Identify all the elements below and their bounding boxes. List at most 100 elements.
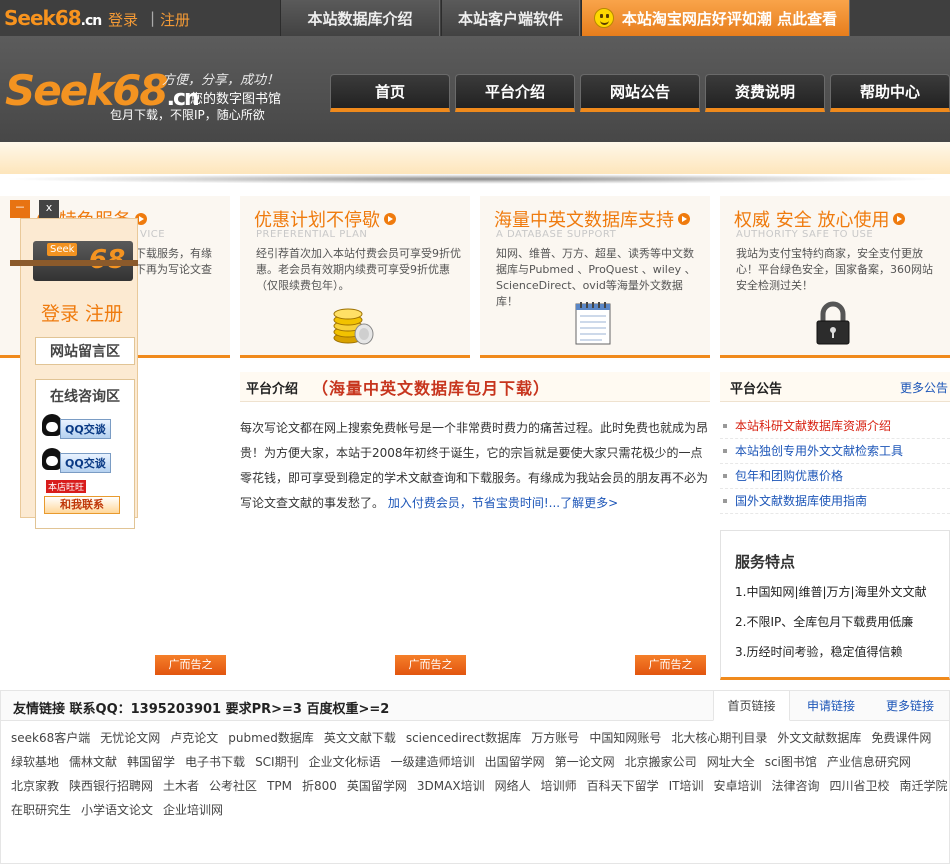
tab-more-links[interactable]: 更多链接 xyxy=(871,691,949,721)
nav-pricing[interactable]: 资费说明 xyxy=(705,74,825,112)
top-register-link[interactable]: 注册 xyxy=(160,9,190,30)
friend-link[interactable]: 外文文献数据库 xyxy=(777,731,861,745)
service-item: 1.中国知网|维普|万方|海里外文文献 xyxy=(735,585,927,599)
friend-link[interactable]: 网络人 xyxy=(495,779,531,793)
more-notices-link[interactable]: 更多公告 xyxy=(900,379,948,396)
feature-box-security: 权威 安全 放心使用 AUTHORITY SAFE TO USE 我站为支付宝特… xyxy=(720,196,950,358)
notice-title: 平台公告 xyxy=(730,382,783,397)
friend-link[interactable]: sci图书馆 xyxy=(765,755,817,769)
intro-slogan: （海量中英文数据库包月下载） xyxy=(312,379,551,398)
friend-link[interactable]: 3DMAX培训 xyxy=(417,779,485,793)
close-button[interactable]: x xyxy=(39,200,59,218)
minimize-button[interactable]: － xyxy=(10,200,30,218)
friend-links-title: 友情链接 联系QQ：1395203901 要求PR>=3 百度权重>=2 xyxy=(13,702,390,717)
ad-button[interactable]: 广而告之 xyxy=(635,655,706,675)
friend-link[interactable]: 英文文献下载 xyxy=(324,731,396,745)
friend-link[interactable]: IT培训 xyxy=(669,779,704,793)
floating-service-panel: Seek 68 登录 注册 网站留言区 在线咨询区 QQ交谈 QQ交谈 本店旺旺… xyxy=(10,200,138,529)
friend-link[interactable]: 产业信息研究网 xyxy=(827,755,911,769)
qq-penguin-icon xyxy=(42,414,62,436)
notepad-icon xyxy=(575,302,611,345)
notice-item[interactable]: 包年和团购优惠价格 xyxy=(720,464,950,489)
friend-link[interactable]: 企业培训网 xyxy=(163,803,223,817)
float-shelf xyxy=(10,260,138,266)
nav-help[interactable]: 帮助中心 xyxy=(830,74,950,112)
friend-link[interactable]: 电子书下载 xyxy=(185,755,245,769)
notice-item[interactable]: 国外文献数据库使用指南 xyxy=(720,489,950,514)
notice-item[interactable]: 本站科研文献数据库资源介绍 xyxy=(720,414,950,439)
slogan-library: 您的数字图书馆 xyxy=(190,92,282,107)
friend-link[interactable]: 第一论文网 xyxy=(555,755,615,769)
play-icon xyxy=(893,213,906,225)
friend-link[interactable]: 中国知网账号 xyxy=(589,731,661,745)
friend-link[interactable]: pubmed数据库 xyxy=(228,731,314,745)
friend-link[interactable]: 卢克论文 xyxy=(170,731,218,745)
friend-link[interactable]: 一级建造师培训 xyxy=(391,755,475,769)
friend-link[interactable]: 无忧论文网 xyxy=(100,731,160,745)
friend-link[interactable]: 绿软基地 xyxy=(11,755,59,769)
qq-chat-button-2[interactable]: QQ交谈 xyxy=(42,448,122,473)
feature-subtitle: VICE xyxy=(140,229,166,240)
friend-link[interactable]: 安卓培训 xyxy=(714,779,762,793)
feature-subtitle: PREFERENTIAL PLAN xyxy=(256,229,368,240)
ad-button[interactable]: 广而告之 xyxy=(395,655,466,675)
link-row-3: 北京家教 陕西银行招聘网 土木者 公考社区 TPM 折800 英国留学网 3DMAX培训 网络人… xyxy=(11,777,950,794)
message-board-button[interactable]: 网站留言区 xyxy=(35,337,135,365)
friend-link[interactable]: 北京搬家公司 xyxy=(625,755,697,769)
friend-link[interactable]: 培训师 xyxy=(541,779,577,793)
friend-link[interactable]: 公考社区 xyxy=(209,779,257,793)
float-login-register[interactable]: 登录 注册 xyxy=(41,299,123,326)
nav-platform-intro[interactable]: 平台介绍 xyxy=(455,74,575,112)
friend-link[interactable]: SCI期刊 xyxy=(255,755,299,769)
friend-link[interactable]: 北京家教 xyxy=(11,779,59,793)
notice-item[interactable]: 本站独创专用外文文献检索工具 xyxy=(720,439,950,464)
ad-button[interactable]: 广而告之 xyxy=(155,655,226,675)
friend-link[interactable]: TPM xyxy=(267,779,292,793)
coins-icon xyxy=(333,308,374,345)
promo-label: 本站淘宝网店好评如潮 点此查看 xyxy=(621,9,838,28)
contact-me-button[interactable]: 和我联系 xyxy=(44,496,120,514)
feature-subtitle: A DATABASE SUPPORT xyxy=(496,229,617,240)
friend-link[interactable]: 折800 xyxy=(302,779,337,793)
top-login-link[interactable]: 登录 xyxy=(108,9,138,30)
friend-link[interactable]: 北大核心期刊目录 xyxy=(671,731,767,745)
qq-penguin-icon xyxy=(42,448,62,470)
friend-link[interactable]: 韩国留学 xyxy=(127,755,175,769)
join-member-link[interactable]: 加入付费会员，节省宝贵时间!...了解更多> xyxy=(388,496,618,510)
friend-link[interactable]: 在职研究生 xyxy=(11,803,71,817)
taobao-promo-button[interactable]: 本站淘宝网店好评如潮 点此查看 xyxy=(581,0,850,36)
friend-link[interactable]: 百科天下留学 xyxy=(587,779,659,793)
qq-chat-button-1[interactable]: QQ交谈 xyxy=(42,414,122,439)
feature-desc: 下载服务，有缘 下再为写论文查 xyxy=(135,247,212,276)
service-item: 3.历经时间考验，稳定值得信赖 xyxy=(735,645,903,659)
friend-link[interactable]: 小学语文论文 xyxy=(81,803,153,817)
top-logo[interactable]: Seek68.cn xyxy=(4,6,102,30)
tab-home-links[interactable]: 首页链接 xyxy=(713,691,790,721)
friend-link[interactable]: 儒林文献 xyxy=(69,755,117,769)
friend-link[interactable]: 万方账号 xyxy=(531,731,579,745)
friend-link[interactable]: 法律咨询 xyxy=(772,779,820,793)
tab-client-software[interactable]: 本站客户端软件 xyxy=(441,0,580,36)
tab-database-intro[interactable]: 本站数据库介绍 xyxy=(280,0,440,36)
online-consult-box: 在线咨询区 QQ交谈 QQ交谈 本店旺旺 和我联系 xyxy=(35,379,135,529)
nav-home[interactable]: 首页 xyxy=(330,74,450,112)
header-shadow xyxy=(0,174,950,184)
friend-link[interactable]: 网址大全 xyxy=(707,755,755,769)
friend-link[interactable]: 出国留学网 xyxy=(485,755,545,769)
friend-link[interactable]: 免费课件网 xyxy=(871,731,931,745)
friend-link[interactable]: 英国留学网 xyxy=(347,779,407,793)
friend-link[interactable]: sciencedirect数据库 xyxy=(406,731,521,745)
friend-link[interactable]: seek68客户端 xyxy=(11,731,90,745)
smiley-icon xyxy=(593,8,614,28)
friend-link[interactable]: 南迁学院 xyxy=(900,779,948,793)
friend-link[interactable]: 土木者 xyxy=(163,779,199,793)
friend-link[interactable]: 企业文化标语 xyxy=(309,755,381,769)
friend-links: 友情链接 联系QQ：1395203901 要求PR>=3 百度权重>=2 首页链… xyxy=(0,690,950,864)
nav-announcements[interactable]: 网站公告 xyxy=(580,74,700,112)
intro-text: 每次写论文都在网上搜索免费帐号是一个非常费时费力的痛苦过程。此时免费也就成为昂贵… xyxy=(240,416,710,516)
friend-link[interactable]: 四川省卫校 xyxy=(830,779,890,793)
top-bar: Seek68.cn 登录 | 注册 本站数据库介绍 本站客户端软件 本站淘宝网店… xyxy=(0,0,950,36)
notice-header: 平台公告 更多公告 xyxy=(720,372,950,402)
friend-link[interactable]: 陕西银行招聘网 xyxy=(69,779,153,793)
tab-apply-links[interactable]: 申请链接 xyxy=(791,691,871,721)
